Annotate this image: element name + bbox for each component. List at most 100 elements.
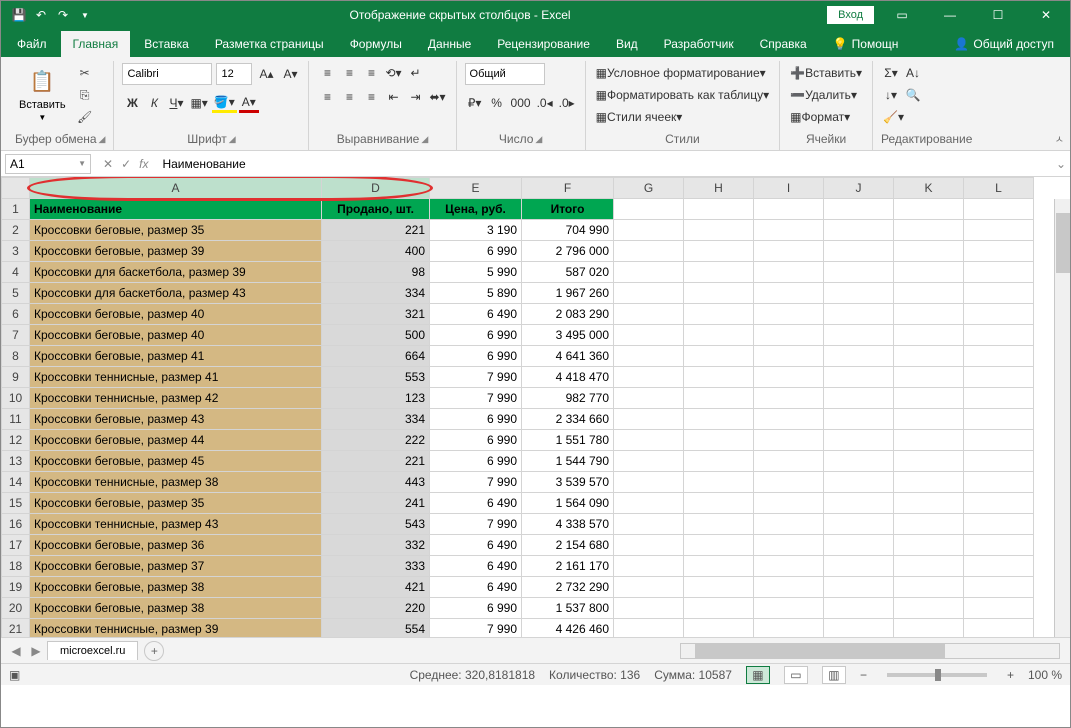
cell[interactable] (894, 262, 964, 283)
cell[interactable]: 5 990 (430, 262, 522, 283)
cell[interactable]: 221 (322, 220, 430, 241)
cell[interactable] (964, 556, 1034, 577)
cell[interactable]: 982 770 (522, 388, 614, 409)
cell[interactable] (684, 472, 754, 493)
cell[interactable] (964, 430, 1034, 451)
align-top-icon[interactable]: ≡ (317, 63, 337, 83)
cell[interactable] (894, 556, 964, 577)
cell[interactable] (684, 367, 754, 388)
cell[interactable] (824, 577, 894, 598)
cell-styles-button[interactable]: ▦ Стили ячеек ▾ (594, 107, 685, 127)
cell[interactable] (894, 493, 964, 514)
dialog-launcher-icon[interactable]: ◢ (229, 134, 236, 145)
cell[interactable]: 6 990 (430, 241, 522, 262)
currency-icon[interactable]: ₽▾ (465, 93, 485, 113)
cell[interactable] (684, 430, 754, 451)
cell[interactable] (754, 619, 824, 638)
cell[interactable] (894, 472, 964, 493)
cell[interactable] (894, 367, 964, 388)
cell[interactable] (684, 199, 754, 220)
cell[interactable] (614, 283, 684, 304)
cell[interactable]: Кроссовки теннисные, размер 39 (30, 619, 322, 638)
record-macro-icon[interactable]: ▣ (9, 668, 20, 682)
orientation-icon[interactable]: ⟲▾ (383, 63, 403, 83)
cell[interactable] (614, 451, 684, 472)
bold-button[interactable]: Ж (122, 93, 142, 113)
cell[interactable]: 2 154 680 (522, 535, 614, 556)
cell[interactable] (684, 514, 754, 535)
sheet-nav-prev-icon[interactable]: ◀ (7, 644, 25, 658)
cell[interactable] (754, 388, 824, 409)
cell[interactable]: 400 (322, 241, 430, 262)
share-button[interactable]: 👤 Общий доступ (942, 31, 1066, 57)
cell[interactable]: 554 (322, 619, 430, 638)
dialog-launcher-icon[interactable]: ◢ (421, 134, 428, 145)
row-header[interactable]: 10 (2, 388, 30, 409)
tab-insert[interactable]: Вставка (132, 31, 201, 57)
cell[interactable] (964, 199, 1034, 220)
cell[interactable]: Кроссовки беговые, размер 37 (30, 556, 322, 577)
cell[interactable] (614, 346, 684, 367)
cell[interactable] (614, 598, 684, 619)
cell[interactable]: 333 (322, 556, 430, 577)
save-icon[interactable]: 💾 (11, 7, 27, 23)
indent-inc-icon[interactable]: ⇥ (405, 87, 425, 107)
spreadsheet-grid[interactable]: ADEFGHIJKL1 Наименование Продано, шт. Це… (1, 177, 1070, 637)
cell[interactable] (894, 577, 964, 598)
cell[interactable]: 1 551 780 (522, 430, 614, 451)
cell[interactable]: 6 490 (430, 304, 522, 325)
formula-input[interactable] (156, 154, 1052, 174)
cell[interactable] (964, 388, 1034, 409)
cell[interactable] (964, 325, 1034, 346)
tell-me[interactable]: 💡 Помощн (821, 31, 911, 57)
tab-data[interactable]: Данные (416, 31, 483, 57)
cell[interactable] (894, 325, 964, 346)
cell[interactable] (614, 577, 684, 598)
wrap-text-icon[interactable]: ↵ (406, 63, 426, 83)
cell[interactable]: 6 990 (430, 430, 522, 451)
cell[interactable] (614, 535, 684, 556)
tab-home[interactable]: Главная (61, 31, 131, 57)
cell[interactable] (754, 598, 824, 619)
cell[interactable]: Кроссовки беговые, размер 39 (30, 241, 322, 262)
row-header[interactable]: 21 (2, 619, 30, 638)
cell[interactable] (964, 514, 1034, 535)
cell[interactable]: Кроссовки для баскетбола, размер 43 (30, 283, 322, 304)
cell[interactable]: 704 990 (522, 220, 614, 241)
name-box[interactable]: A1▼ (5, 154, 91, 174)
format-table-button[interactable]: ▦ Форматировать как таблицу ▾ (594, 85, 772, 105)
cell[interactable] (614, 514, 684, 535)
row-header[interactable]: 3 (2, 241, 30, 262)
normal-view-icon[interactable]: ▦ (746, 666, 770, 684)
undo-icon[interactable]: ↶ (33, 7, 49, 23)
tab-formulas[interactable]: Формулы (338, 31, 414, 57)
cell[interactable] (894, 514, 964, 535)
collapse-ribbon-icon[interactable]: ㅅ (1055, 131, 1064, 146)
cell[interactable]: 2 732 290 (522, 577, 614, 598)
cell[interactable] (684, 283, 754, 304)
cell[interactable] (824, 346, 894, 367)
cell[interactable]: 1 967 260 (522, 283, 614, 304)
minimize-icon[interactable]: — (930, 1, 970, 29)
grow-font-icon[interactable]: A▴ (256, 64, 276, 84)
align-right-icon[interactable]: ≡ (361, 87, 381, 107)
cell[interactable] (824, 241, 894, 262)
cond-format-button[interactable]: ▦ Условное форматирование ▾ (594, 63, 768, 83)
cell[interactable]: 3 539 570 (522, 472, 614, 493)
cell[interactable] (824, 556, 894, 577)
cell[interactable]: 664 (322, 346, 430, 367)
cell[interactable] (754, 577, 824, 598)
cell[interactable] (754, 451, 824, 472)
cell[interactable] (824, 283, 894, 304)
zoom-level[interactable]: 100 % (1028, 668, 1062, 682)
cell[interactable] (754, 199, 824, 220)
cell[interactable]: 6 990 (430, 451, 522, 472)
cell[interactable]: 1 564 090 (522, 493, 614, 514)
fx-icon[interactable]: fx (139, 157, 148, 171)
row-header[interactable]: 1 (2, 199, 30, 220)
cell[interactable]: 6 490 (430, 577, 522, 598)
cell[interactable]: 6 990 (430, 346, 522, 367)
col-header-G[interactable]: G (614, 178, 684, 199)
indent-dec-icon[interactable]: ⇤ (383, 87, 403, 107)
cell[interactable] (824, 619, 894, 638)
